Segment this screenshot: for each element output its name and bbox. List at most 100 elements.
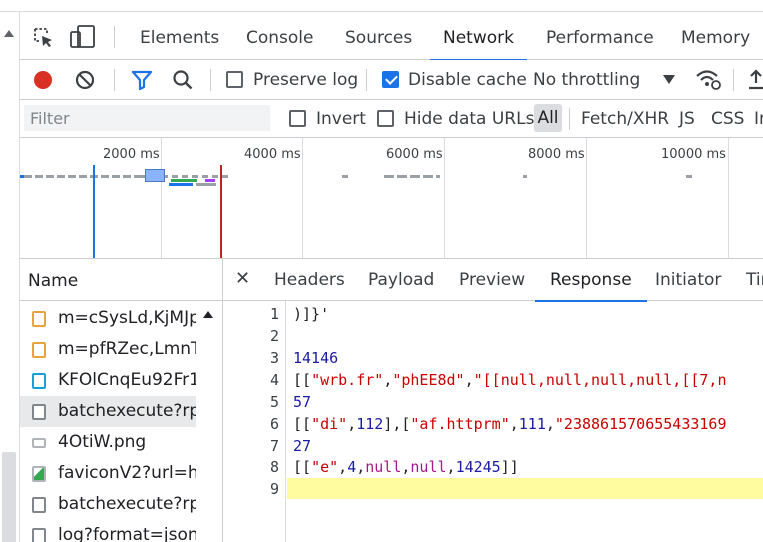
detail-tab-preview[interactable]: Preview — [459, 259, 525, 301]
code-line: [["di",112],["af.httprm",111,"2388615706… — [293, 415, 727, 433]
request-row[interactable]: batchexecute?rpc — [20, 489, 196, 520]
font-file-icon — [32, 373, 46, 389]
line-number: 5 — [269, 393, 279, 411]
type-filter-css[interactable]: CSS — [711, 100, 744, 138]
type-filter-all[interactable]: All — [534, 104, 562, 132]
request-list-scrollbar[interactable] — [196, 301, 222, 542]
code-string: "[[null,null,null,null,[[7,n — [473, 371, 727, 389]
type-filter-js[interactable]: JS — [679, 100, 695, 138]
request-detail-panel: ✕ Headers Payload Preview Response Initi… — [223, 259, 763, 542]
overview-bar — [384, 175, 440, 178]
detail-tab-payload[interactable]: Payload — [368, 259, 434, 301]
detail-tab-headers[interactable]: Headers — [274, 259, 345, 301]
line-number: 8 — [269, 458, 279, 476]
type-filter-img[interactable]: Im — [754, 100, 763, 138]
filter-input[interactable] — [24, 105, 270, 131]
request-row[interactable]: 4OtiW.png — [20, 427, 196, 458]
overview-grid-line — [444, 138, 445, 258]
type-filter-fetch-xhr[interactable]: Fetch/XHR — [581, 100, 669, 138]
request-row-selected[interactable]: batchexecute?rpc — [20, 396, 196, 427]
close-icon[interactable]: ✕ — [235, 259, 250, 299]
request-row[interactable]: m=pfRZec,LmnTf... — [20, 334, 196, 365]
tab-network[interactable]: Network — [430, 12, 527, 61]
toolbar-separator — [733, 69, 734, 91]
tab-memory[interactable]: Memory — [681, 12, 750, 60]
toolbar-separator — [366, 69, 367, 91]
search-icon[interactable] — [172, 69, 194, 91]
image-file-icon — [32, 438, 46, 448]
tab-elements[interactable]: Elements — [140, 12, 219, 60]
code-token: , — [347, 415, 357, 433]
request-name: KFOlCnqEu92Fr1... — [58, 370, 196, 390]
scroll-up-arrow-icon[interactable] — [203, 311, 213, 318]
inspect-element-icon[interactable] — [32, 26, 54, 48]
detail-tab-response[interactable]: Response — [535, 259, 647, 302]
line-number: 2 — [269, 327, 279, 345]
code-line: 14146 — [293, 349, 339, 367]
devtools-tab-bar: Elements Console Sources Network Perform… — [20, 12, 763, 61]
response-body-viewer[interactable]: 1 2 3 4 5 6 7 8 9 )]}' 14146 [["wrb.fr",… — [223, 301, 763, 542]
network-conditions-wifi-icon[interactable] — [695, 68, 721, 90]
tab-sources[interactable]: Sources — [345, 12, 412, 60]
code-token: [[ — [293, 458, 312, 476]
script-file-icon — [32, 342, 46, 358]
request-name: faviconV2?url=htt — [58, 463, 196, 483]
network-overview-timeline[interactable]: 2000 ms 4000 ms 6000 ms 8000 ms 10000 ms — [20, 138, 763, 259]
throttling-select[interactable]: No throttling — [533, 60, 640, 100]
left-side-gutter — [0, 12, 20, 542]
code-number: 14245 — [455, 458, 501, 476]
tab-performance[interactable]: Performance — [546, 12, 654, 60]
code-string: "e" — [311, 458, 339, 476]
overview-tick-label: 10000 ms — [661, 147, 726, 162]
code-token: [[ — [293, 415, 312, 433]
overview-tick-label: 6000 ms — [386, 147, 443, 162]
overview-tick-label: 2000 ms — [103, 147, 160, 162]
request-name: m=pfRZec,LmnTf... — [58, 339, 196, 359]
hide-data-urls-label: Hide data URLs — [404, 109, 535, 129]
code-token: , — [509, 415, 519, 433]
request-row[interactable]: KFOlCnqEu92Fr1... — [20, 365, 196, 396]
code-line: )]}' — [293, 305, 330, 323]
disable-cache-checkbox[interactable] — [382, 71, 399, 88]
request-row[interactable]: faviconV2?url=htt — [20, 458, 196, 489]
name-column-header[interactable]: Name — [20, 259, 222, 301]
detail-tab-initiator[interactable]: Initiator — [655, 259, 721, 301]
request-row[interactable]: log?format=json — [20, 520, 196, 542]
network-toolbar: Preserve log Disable cache No throttling — [20, 60, 763, 100]
line-number: 9 — [269, 480, 279, 498]
record-icon[interactable] — [33, 70, 53, 90]
document-file-icon — [32, 497, 46, 513]
dropdown-arrow-icon[interactable] — [663, 75, 675, 85]
tab-separator — [114, 26, 115, 48]
detail-tab-timing[interactable]: Tim — [746, 259, 763, 301]
import-har-icon[interactable] — [748, 69, 763, 91]
device-toolbar-icon[interactable] — [70, 25, 96, 49]
code-line: [["wrb.fr","phEE8d","[[null,null,null,nu… — [293, 371, 727, 389]
toolbar-separator — [210, 69, 211, 91]
invert-checkbox[interactable] — [289, 110, 306, 127]
code-keyword: null — [365, 458, 402, 476]
request-row[interactable]: m=cSysLd,KjMJpc — [20, 303, 196, 334]
filter-icon[interactable] — [131, 70, 153, 90]
code-line: 57 — [293, 393, 312, 411]
code-line: [["e",4,null,null,14245]] — [293, 458, 519, 476]
page-top-strip — [0, 0, 763, 12]
code-string: "di" — [311, 415, 348, 433]
invert-label: Invert — [316, 109, 366, 129]
code-token: ]] — [500, 458, 519, 476]
tab-console[interactable]: Console — [246, 12, 314, 60]
preserve-log-checkbox[interactable] — [226, 71, 243, 88]
overview-bar — [171, 179, 197, 182]
hide-data-urls-checkbox[interactable] — [377, 110, 394, 127]
code-string: "238861570655433169 — [554, 415, 727, 433]
document-file-icon — [32, 404, 46, 420]
request-name: log?format=json — [58, 525, 196, 542]
load-event-marker — [220, 165, 222, 258]
scroll-up-arrow-icon[interactable] — [4, 30, 14, 37]
left-scrollbar-thumb[interactable] — [2, 452, 16, 542]
overview-bar — [169, 183, 193, 186]
overview-grid-line — [161, 138, 162, 258]
request-name: m=cSysLd,KjMJpc — [58, 308, 196, 328]
clear-icon[interactable] — [75, 70, 95, 90]
code-string: "wrb.fr" — [311, 371, 384, 389]
